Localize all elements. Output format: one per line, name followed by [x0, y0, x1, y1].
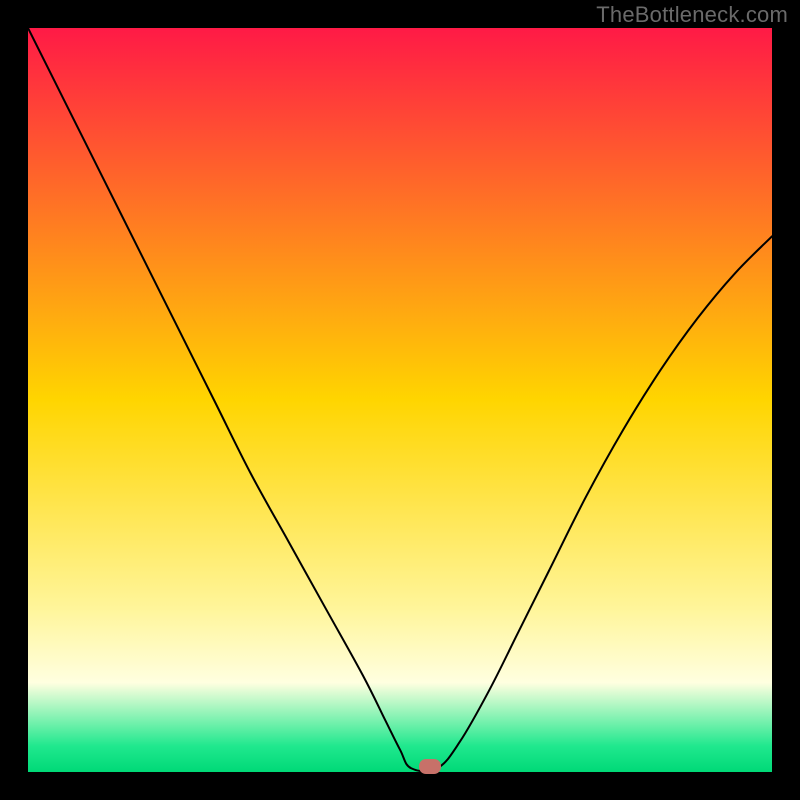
- optimum-marker: [419, 759, 441, 774]
- bottleneck-chart: [28, 28, 772, 772]
- watermark-text: TheBottleneck.com: [596, 2, 788, 28]
- plot-area: [28, 28, 772, 772]
- gradient-background: [28, 28, 772, 772]
- chart-frame: TheBottleneck.com: [0, 0, 800, 800]
